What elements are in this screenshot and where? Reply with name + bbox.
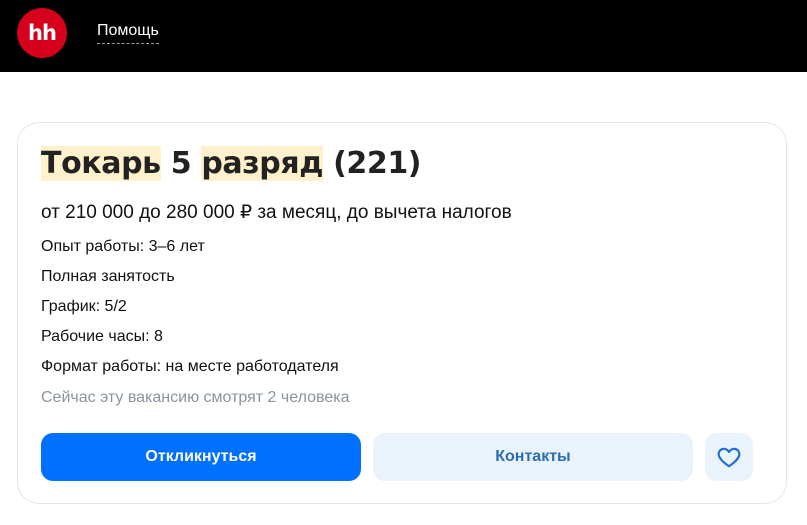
detail-schedule: График: 5/2 bbox=[41, 298, 127, 315]
top-bar: hh Помощь bbox=[0, 0, 807, 72]
contacts-button[interactable]: Контакты bbox=[373, 433, 693, 481]
heart-icon bbox=[717, 447, 741, 468]
salary: от 210 000 до 280 000 ₽ за месяц, до выч… bbox=[41, 202, 512, 223]
vacancy-card: Токарь 5 разряд (221) от 210 000 до 280 … bbox=[17, 122, 787, 504]
favorite-button[interactable] bbox=[705, 433, 753, 481]
detail-experience: Опыт работы: 3–6 лет bbox=[41, 238, 205, 255]
vacancy-details: Опыт работы: 3–6 лет Полная занятость Гр… bbox=[41, 237, 339, 387]
help-link[interactable]: Помощь bbox=[97, 22, 159, 44]
hh-logo[interactable]: hh bbox=[17, 8, 67, 58]
detail-hours: Рабочие часы: 8 bbox=[41, 328, 163, 345]
title-highlight-tokar: Токарь bbox=[41, 146, 161, 181]
title-code: (221) bbox=[333, 146, 422, 181]
detail-work-format: Формат работы: на месте работодателя bbox=[41, 358, 339, 375]
vacancy-title: Токарь 5 разряд (221) bbox=[41, 143, 422, 185]
detail-employment: Полная занятость bbox=[41, 268, 175, 285]
respond-button[interactable]: Откликнуться bbox=[41, 433, 361, 481]
viewers-count: Сейчас эту вакансию смотрят 2 человека bbox=[41, 389, 350, 406]
title-highlight-razryad: разряд bbox=[201, 146, 324, 181]
title-grade-number: 5 bbox=[170, 146, 192, 181]
